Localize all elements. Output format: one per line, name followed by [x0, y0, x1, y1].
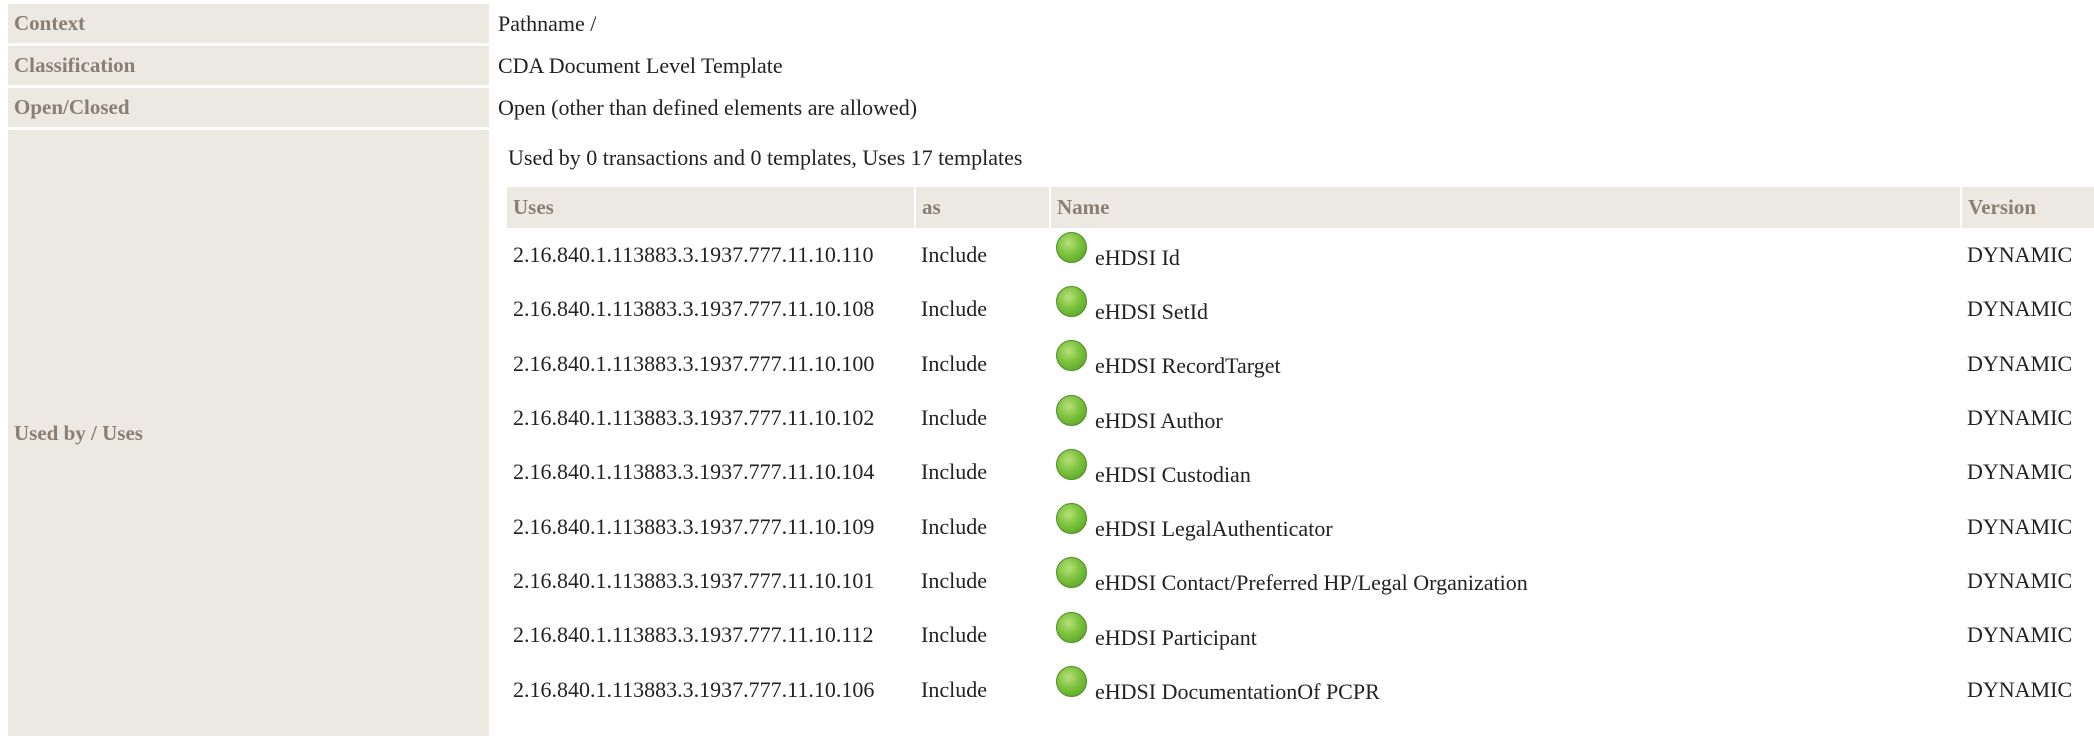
status-active-icon [1056, 394, 1087, 426]
template-oid: 2.16.840.1.113883.3.1937.777.11.10.108 [513, 296, 875, 322]
uses-table: Uses as Name Version 2.16.840.1.113883.3… [507, 187, 2094, 717]
template-version: DYNAMIC [1967, 622, 2073, 648]
template-as: Include [921, 567, 987, 593]
template-name-link[interactable]: eHDSI Contact/Preferred HP/Legal Organiz… [1095, 570, 1528, 596]
template-name-link[interactable]: eHDSI RecordTarget [1095, 353, 1281, 379]
template-name-link[interactable]: eHDSI SetId [1095, 299, 1208, 325]
status-active-icon [1056, 340, 1087, 372]
uses-table-header: Uses as Name Version [507, 187, 2094, 228]
template-as: Include [921, 459, 987, 485]
template-name-link[interactable]: eHDSI Participant [1095, 625, 1257, 651]
open-closed-row: Open/Closed Open (other than defined ele… [8, 88, 2094, 127]
table-row: 2.16.840.1.113883.3.1937.777.11.10.101 I… [507, 554, 2094, 608]
status-active-icon [1056, 503, 1087, 535]
template-oid: 2.16.840.1.113883.3.1937.777.11.10.110 [513, 242, 874, 268]
template-as: Include [921, 296, 987, 322]
header-as: as [914, 187, 1050, 228]
status-active-icon [1056, 666, 1087, 698]
template-as: Include [921, 350, 987, 376]
template-name-link[interactable]: eHDSI DocumentationOf PCPR [1095, 679, 1380, 705]
template-as: Include [921, 676, 987, 702]
template-name-link[interactable]: eHDSI LegalAuthenticator [1095, 516, 1333, 542]
uses-summary: Used by 0 transactions and 0 templates, … [508, 145, 1023, 170]
template-oid: 2.16.840.1.113883.3.1937.777.11.10.102 [513, 405, 875, 431]
used-by-label: Used by / Uses [8, 130, 489, 736]
template-oid: 2.16.840.1.113883.3.1937.777.11.10.104 [513, 459, 875, 485]
template-oid: 2.16.840.1.113883.3.1937.777.11.10.101 [513, 567, 875, 593]
status-active-icon [1056, 285, 1087, 317]
header-uses: Uses [507, 187, 915, 228]
template-name-link[interactable]: eHDSI Id [1095, 245, 1180, 271]
template-version: DYNAMIC [1967, 405, 2073, 431]
table-row: 2.16.840.1.113883.3.1937.777.11.10.102 I… [507, 391, 2094, 445]
template-as: Include [921, 622, 987, 648]
template-version: DYNAMIC [1967, 242, 2073, 268]
template-oid: 2.16.840.1.113883.3.1937.777.11.10.106 [513, 676, 875, 702]
classification-label: Classification [8, 46, 489, 85]
template-name-link[interactable]: eHDSI Custodian [1095, 462, 1251, 488]
template-as: Include [921, 405, 987, 431]
template-version: DYNAMIC [1967, 676, 2073, 702]
context-label: Context [8, 4, 489, 43]
table-row: 2.16.840.1.113883.3.1937.777.11.10.108 I… [507, 282, 2094, 336]
template-oid: 2.16.840.1.113883.3.1937.777.11.10.112 [513, 622, 874, 648]
context-value: Pathname / [498, 10, 597, 36]
template-version: DYNAMIC [1967, 350, 2073, 376]
status-active-icon [1056, 611, 1087, 643]
header-name: Name [1049, 187, 1961, 228]
open-closed-label: Open/Closed [8, 88, 489, 127]
template-oid: 2.16.840.1.113883.3.1937.777.11.10.109 [513, 513, 875, 539]
template-version: DYNAMIC [1967, 296, 2073, 322]
uses-block: Used by 0 transactions and 0 templates, … [498, 130, 2094, 736]
table-row: 2.16.840.1.113883.3.1937.777.11.10.109 I… [507, 499, 2094, 553]
header-version: Version [1960, 187, 2094, 228]
context-row: Context Pathname / [8, 4, 2094, 43]
table-row: 2.16.840.1.113883.3.1937.777.11.10.112 I… [507, 608, 2094, 662]
template-version: DYNAMIC [1967, 567, 2073, 593]
table-row: 2.16.840.1.113883.3.1937.777.11.10.104 I… [507, 445, 2094, 499]
template-version: DYNAMIC [1967, 459, 2073, 485]
table-row: 2.16.840.1.113883.3.1937.777.11.10.110 I… [507, 228, 2094, 282]
template-oid: 2.16.840.1.113883.3.1937.777.11.10.100 [513, 350, 875, 376]
classification-row: Classification CDA Document Level Templa… [8, 46, 2094, 85]
template-name-link[interactable]: eHDSI Author [1095, 408, 1223, 434]
open-closed-value: Open (other than defined elements are al… [498, 94, 918, 120]
template-properties: Context Pathname / Classification CDA Do… [8, 4, 2094, 739]
table-row: 2.16.840.1.113883.3.1937.777.11.10.100 I… [507, 337, 2094, 391]
template-as: Include [921, 242, 987, 268]
status-active-icon [1056, 231, 1087, 263]
classification-value: CDA Document Level Template [498, 52, 783, 78]
table-row: 2.16.840.1.113883.3.1937.777.11.10.106 I… [507, 662, 2094, 716]
status-active-icon [1056, 557, 1087, 589]
used-by-row: Used by / Uses Used by 0 transactions an… [8, 130, 2094, 736]
template-as: Include [921, 513, 987, 539]
status-active-icon [1056, 448, 1087, 480]
template-version: DYNAMIC [1967, 513, 2073, 539]
